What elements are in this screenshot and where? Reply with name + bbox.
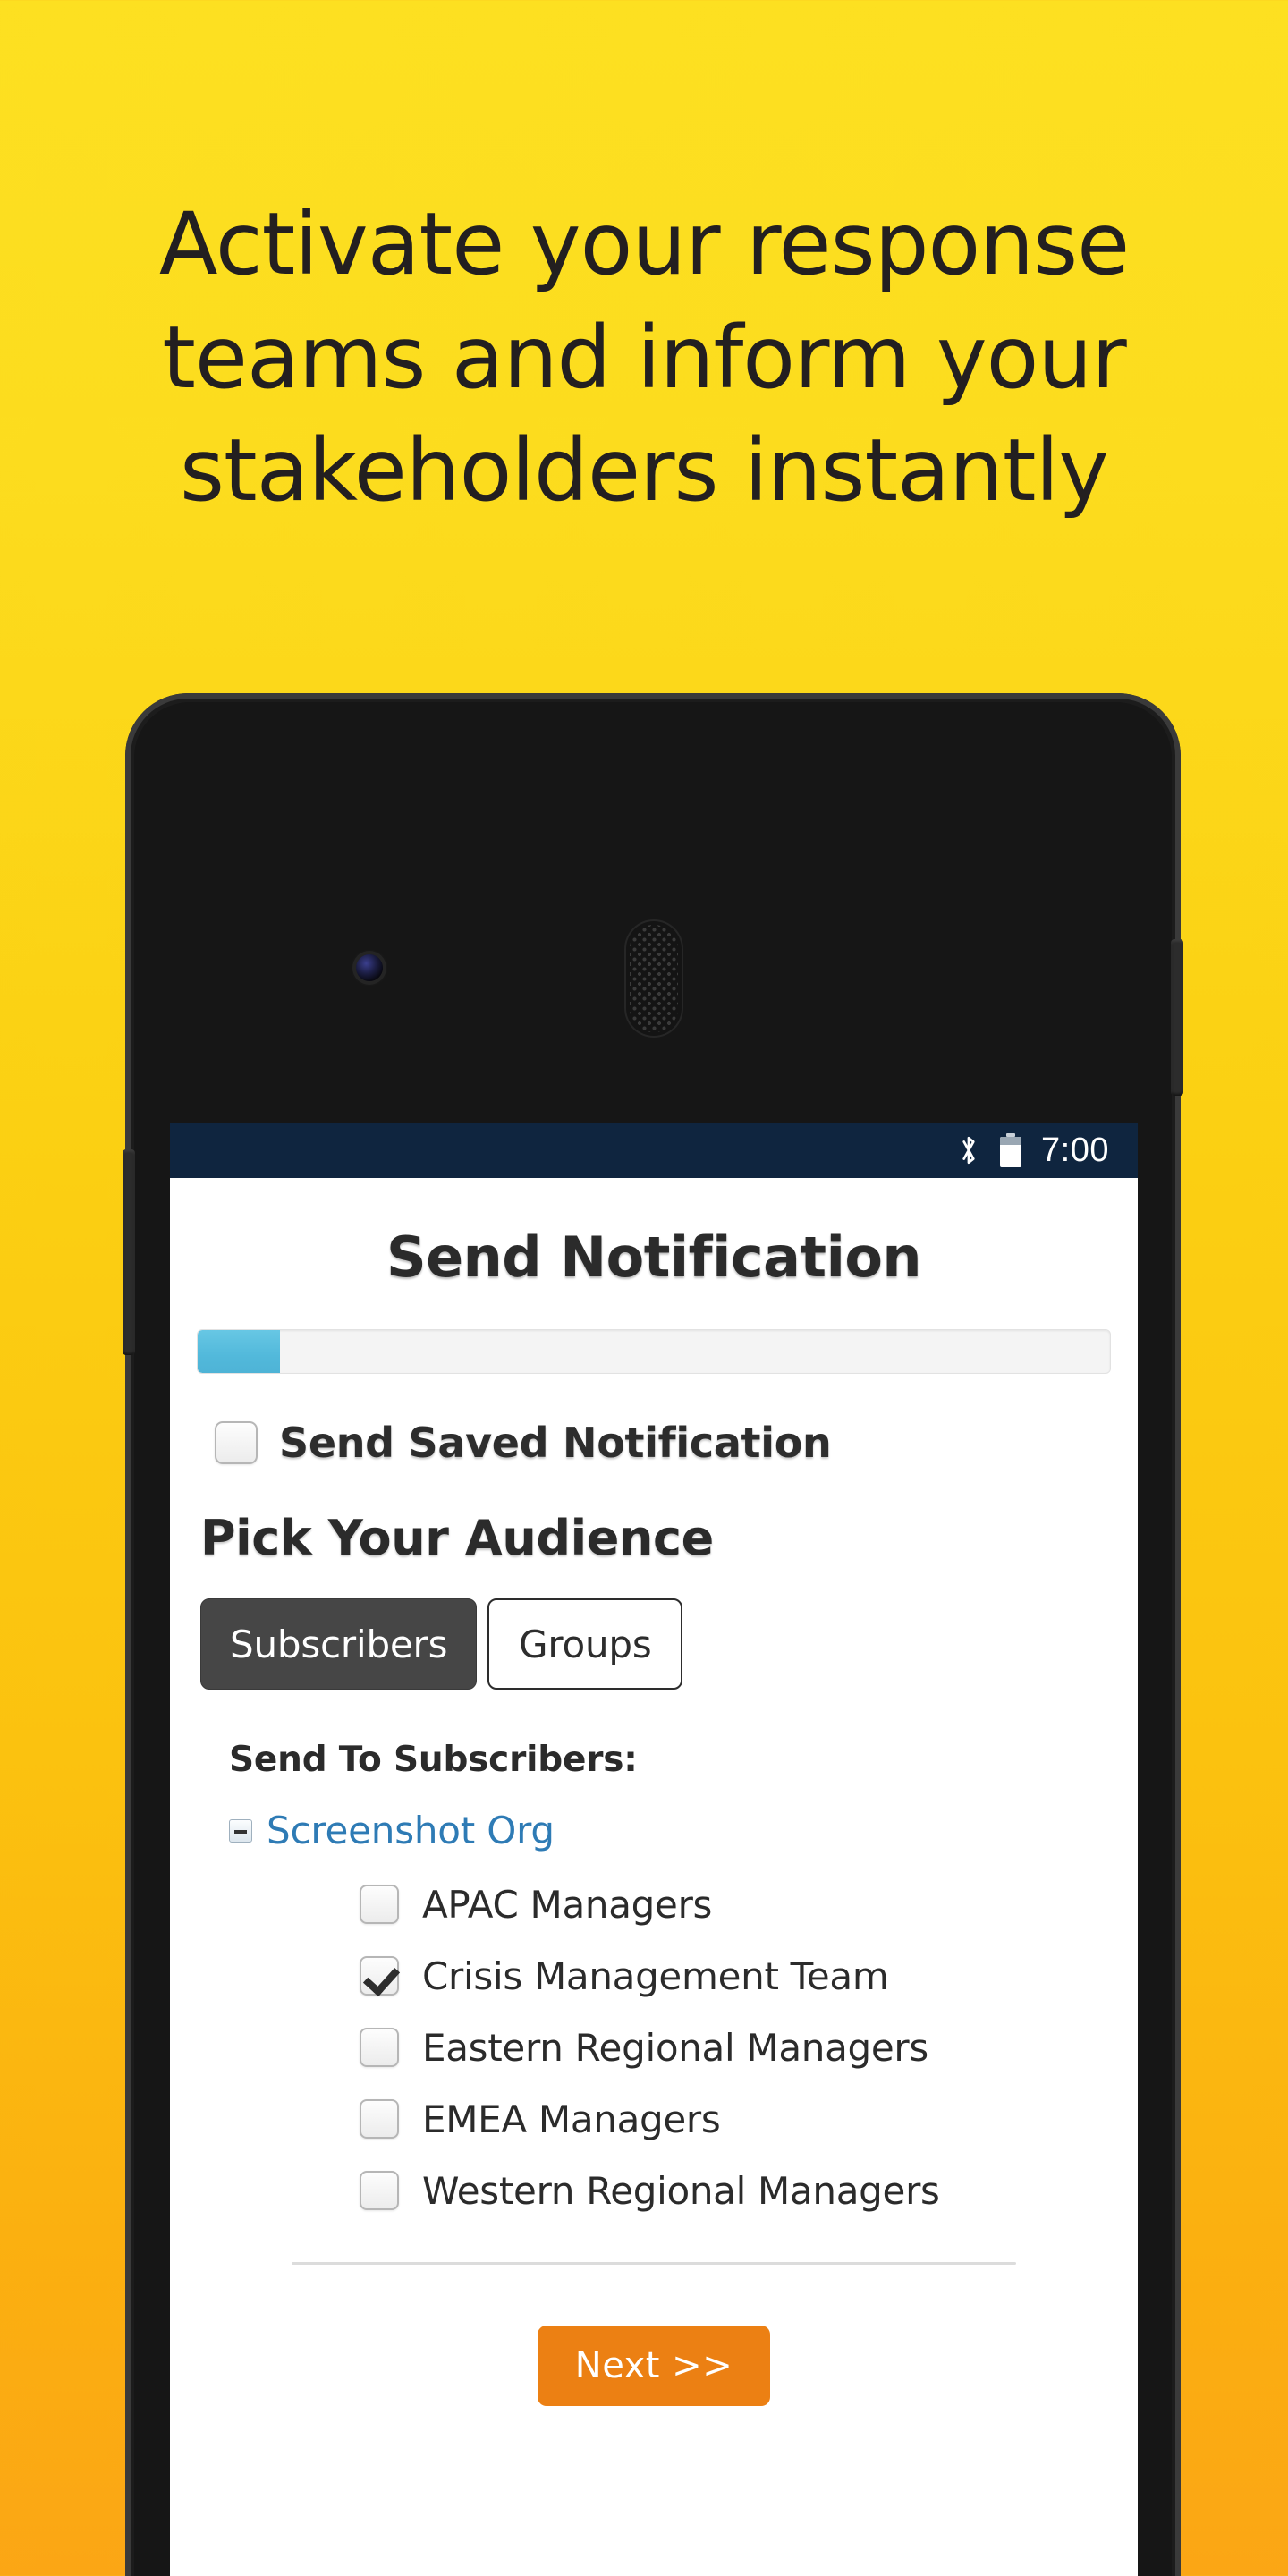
send-saved-notification-checkbox[interactable] — [215, 1421, 258, 1464]
wizard-progress-fill — [198, 1330, 280, 1373]
subscriber-row[interactable]: APAC Managers — [193, 1868, 1114, 1940]
next-button-container: Next >> — [193, 2326, 1114, 2406]
subscriber-checkbox[interactable] — [360, 1885, 399, 1924]
phone-screen: 7:00 Send Notification Send Saved Notifi… — [170, 1123, 1138, 2576]
subscriber-checkbox[interactable] — [360, 2099, 399, 2139]
send-saved-notification-label: Send Saved Notification — [279, 1419, 832, 1467]
phone-mockup: 7:00 Send Notification Send Saved Notifi… — [123, 693, 1183, 2576]
tab-groups[interactable]: Groups — [487, 1598, 683, 1690]
collapse-minus-icon[interactable] — [229, 1818, 252, 1843]
earpiece-speaker-icon — [626, 921, 682, 1036]
send-to-subscribers-label: Send To Subscribers: — [229, 1740, 638, 1780]
send-saved-notification-row[interactable]: Send Saved Notification — [215, 1419, 1114, 1467]
section-divider — [292, 2262, 1016, 2265]
bluetooth-icon — [962, 1136, 975, 1165]
battery-icon — [1000, 1133, 1022, 1167]
subscriber-name: Western Regional Managers — [422, 2168, 940, 2213]
subscriber-list: APAC Managers Crisis Management Team Easte… — [193, 1868, 1114, 2226]
status-bar: 7:00 — [170, 1123, 1138, 1178]
front-camera-icon — [356, 954, 383, 981]
subscriber-name: APAC Managers — [422, 1882, 713, 1927]
subscriber-name: EMEA Managers — [422, 2097, 721, 2141]
subscriber-checkbox[interactable] — [360, 2028, 399, 2067]
phone-volume-button[interactable] — [123, 1149, 135, 1355]
org-tree-root[interactable]: Screenshot Org — [229, 1809, 1114, 1852]
phone-bezel: 7:00 Send Notification Send Saved Notifi… — [123, 702, 1183, 2576]
subscriber-row[interactable]: Eastern Regional Managers — [193, 2012, 1114, 2083]
audience-tab-group: Subscribers Groups — [200, 1598, 1114, 1690]
subscriber-checkbox[interactable] — [360, 2171, 399, 2210]
tab-subscribers-label: Subscribers — [230, 1622, 448, 1666]
subscriber-checkbox[interactable] — [360, 1956, 399, 1996]
subscriber-row[interactable]: EMEA Managers — [193, 2083, 1114, 2155]
page-title: Send Notification — [386, 1224, 922, 1290]
status-bar-clock: 7:00 — [1041, 1131, 1109, 1169]
tab-groups-label: Groups — [519, 1622, 652, 1666]
subscriber-row[interactable]: Crisis Management Team — [193, 1940, 1114, 2012]
promo-headline: Activate your response teams and inform … — [158, 194, 1130, 521]
subscriber-name: Eastern Regional Managers — [422, 2025, 928, 2070]
subscriber-name: Crisis Management Team — [422, 1953, 889, 1998]
pick-audience-heading: Pick Your Audience — [200, 1510, 714, 1566]
org-name-link[interactable]: Screenshot Org — [267, 1809, 555, 1852]
wizard-progress-bar — [197, 1329, 1111, 1374]
app-content: Send Notification Send Saved Notificatio… — [170, 1178, 1138, 2576]
subscriber-row[interactable]: Western Regional Managers — [193, 2155, 1114, 2226]
tab-subscribers[interactable]: Subscribers — [200, 1598, 478, 1690]
phone-power-button[interactable] — [1171, 939, 1183, 1096]
next-button[interactable]: Next >> — [537, 2326, 771, 2406]
